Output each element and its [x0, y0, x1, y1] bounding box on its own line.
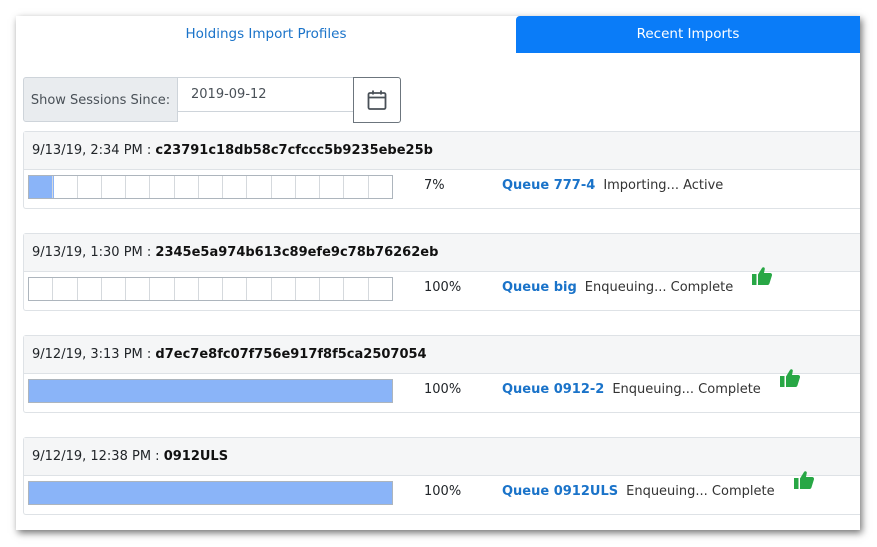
thumbs-up-icon [793, 471, 814, 489]
status-text: Enqueuing... Complete [626, 484, 775, 499]
progress-fill [29, 482, 392, 504]
status-text: Importing... Active [603, 178, 724, 193]
session-id: 0912ULS [163, 449, 229, 464]
progress-segment [175, 176, 199, 198]
progress-segment [223, 278, 248, 300]
progress-segment [296, 278, 321, 300]
progress-segment [78, 278, 102, 300]
thumbs-up-icon [752, 267, 773, 285]
thumbs-up-icon [779, 369, 800, 387]
progress-segment [199, 176, 224, 198]
progress-percent: 100% [424, 382, 462, 397]
progress-segment [78, 176, 102, 198]
progress-segment [223, 176, 248, 198]
progress-segment [320, 278, 345, 300]
session-date-filter: Show Sessions Since: [23, 77, 403, 123]
session-separator: : [142, 347, 156, 362]
progress-segment [369, 176, 392, 198]
calendar-button[interactable] [353, 77, 401, 123]
session-separator: : [151, 449, 164, 464]
progress-bar [28, 379, 393, 403]
progress-segment [53, 278, 78, 300]
import-window: Holdings Import Profiles Recent Imports … [16, 16, 860, 530]
progress-segment [199, 278, 224, 300]
session-id: 2345e5a974b613c89efe9c78b76262eb [155, 245, 439, 260]
progress-segment [344, 278, 369, 300]
calendar-icon [367, 90, 387, 110]
queue-link[interactable]: Queue 0912-2 [502, 382, 604, 397]
progress-segment [29, 278, 54, 300]
session-status: Queue 777-4 Importing... Active [502, 170, 723, 202]
session-id: c23791c18db58c7cfccc5b9235ebe25b [155, 143, 433, 158]
status-text: Enqueuing... Complete [612, 382, 761, 397]
progress-segment [272, 278, 296, 300]
progress-segment [369, 278, 392, 300]
tab-recent-imports[interactable]: Recent Imports [516, 16, 860, 53]
session-card: 9/12/19, 12:38 PM : 0912ULS 100% Queue 0… [23, 437, 860, 515]
progress-segment [126, 176, 151, 198]
session-date-input[interactable] [178, 77, 354, 112]
progress-segment [320, 176, 345, 198]
progress-segment [344, 176, 369, 198]
session-time: 9/13/19, 2:34 PM [32, 143, 143, 158]
queue-link[interactable]: Queue 0912ULS [502, 484, 618, 499]
progress-segment [175, 278, 199, 300]
progress-percent: 7% [424, 178, 445, 193]
progress-segment [272, 176, 296, 198]
tab-bar: Holdings Import Profiles Recent Imports [16, 16, 860, 54]
progress-segment [29, 176, 54, 198]
session-time: 9/13/19, 1:30 PM [32, 245, 143, 260]
show-sessions-label: Show Sessions Since: [23, 77, 178, 122]
progress-segment [150, 176, 175, 198]
queue-link[interactable]: Queue 777-4 [502, 178, 595, 193]
session-card: 9/13/19, 2:34 PM : c23791c18db58c7cfccc5… [23, 131, 860, 209]
progress-segment [126, 278, 151, 300]
session-header: 9/13/19, 2:34 PM : c23791c18db58c7cfccc5… [24, 132, 860, 170]
progress-bar [28, 175, 393, 199]
session-time: 9/12/19, 12:38 PM [32, 449, 152, 464]
session-header: 9/13/19, 1:30 PM : 2345e5a974b613c89efe9… [24, 234, 860, 272]
progress-segment [150, 278, 175, 300]
session-header: 9/12/19, 3:13 PM : d7ec7e8fc07f756e917f8… [24, 336, 860, 374]
progress-percent: 100% [424, 484, 462, 499]
queue-link[interactable]: Queue big [502, 280, 577, 295]
progress-bar [28, 481, 393, 505]
session-body: 100% Queue 0912-2 Enqueuing... Complete [24, 369, 860, 412]
progress-bar [28, 277, 393, 301]
session-status: Queue big Enqueuing... Complete [502, 267, 773, 304]
progress-segment [102, 176, 127, 198]
session-body: 7% Queue 777-4 Importing... Active [24, 170, 860, 208]
progress-fill [29, 380, 392, 402]
session-card: 9/13/19, 1:30 PM : 2345e5a974b613c89efe9… [23, 233, 860, 311]
session-header: 9/12/19, 12:38 PM : 0912ULS [24, 438, 860, 476]
progress-segment [247, 278, 272, 300]
session-separator: : [142, 143, 156, 158]
session-body: 100% Queue 0912ULS Enqueuing... Complete [24, 471, 860, 514]
session-id: d7ec7e8fc07f756e917f8f5ca2507054 [155, 347, 427, 362]
progress-segment [296, 176, 321, 198]
progress-percent: 100% [424, 280, 462, 295]
progress-segment [53, 176, 78, 198]
session-card: 9/12/19, 3:13 PM : d7ec7e8fc07f756e917f8… [23, 335, 860, 413]
session-separator: : [142, 245, 156, 260]
session-status: Queue 0912-2 Enqueuing... Complete [502, 369, 801, 406]
session-status: Queue 0912ULS Enqueuing... Complete [502, 471, 815, 508]
status-text: Enqueuing... Complete [584, 280, 734, 295]
progress-segment [247, 176, 272, 198]
session-time: 9/12/19, 3:13 PM [32, 347, 143, 362]
tab-holdings-import-profiles[interactable]: Holdings Import Profiles [16, 16, 516, 53]
session-body: 100% Queue big Enqueuing... Complete [24, 267, 860, 310]
progress-segment [102, 278, 127, 300]
